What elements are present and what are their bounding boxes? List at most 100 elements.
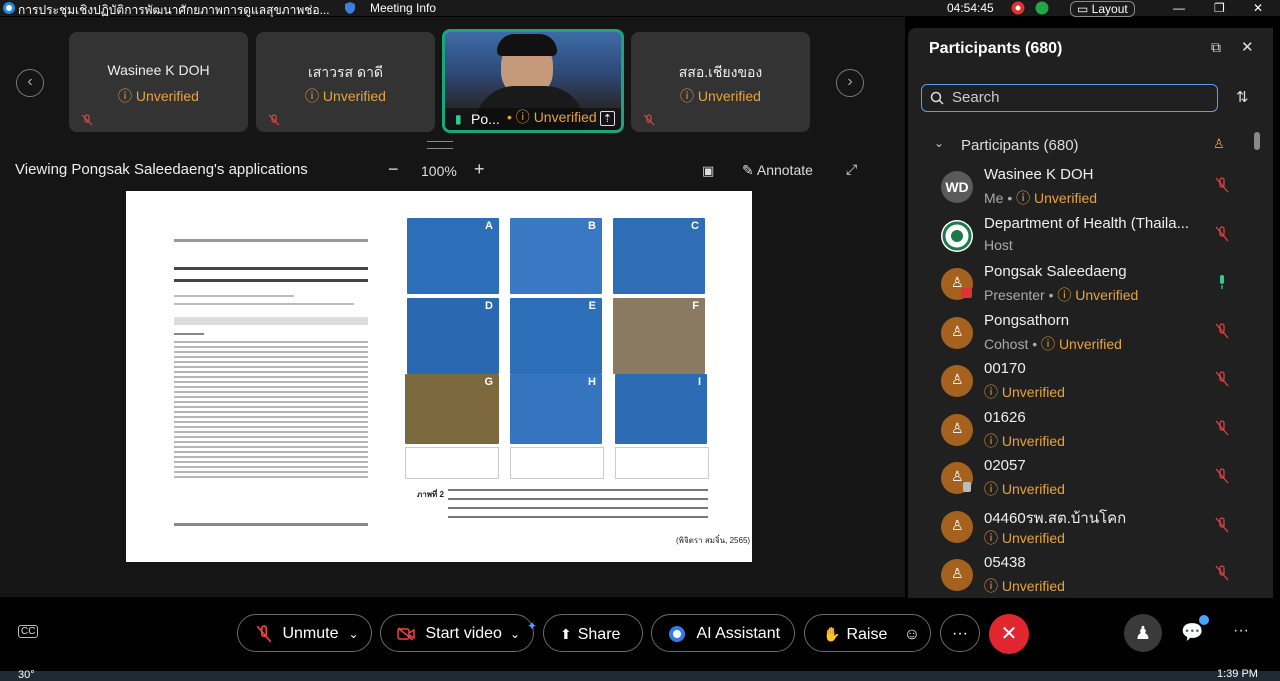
ai-assistant-button[interactable]: AI Assistant [651, 614, 795, 652]
figure-image-i: I [615, 374, 707, 444]
participant-name: Pongsathorn [984, 312, 1070, 329]
chevron-down-icon[interactable]: ⌄ [934, 136, 944, 150]
system-clock: 1:39 PM [1217, 668, 1258, 680]
caption-box [510, 447, 604, 479]
figure-caption [448, 489, 708, 525]
participant-name: Department of Health (Thaila... [984, 215, 1190, 232]
close-window-icon[interactable]: ✕ [1253, 1, 1263, 15]
search-input[interactable]: Search [921, 84, 1218, 112]
tile-status: ⓘ Unverified [305, 88, 386, 104]
next-page-button[interactable]: › [836, 69, 864, 97]
participants-toggle-button[interactable]: ♟ [1124, 614, 1162, 652]
document-text-block [174, 341, 368, 481]
annotate-button[interactable]: ✎ Annotate [742, 162, 813, 179]
participant-meta: Me • ⓘ Unverified [984, 190, 1098, 206]
layout-button[interactable]: ▭ Layout [1070, 1, 1135, 17]
os-taskbar: 30° 1:39 PM [0, 668, 1280, 681]
mic-muted-icon [81, 114, 93, 126]
resize-handle[interactable] [427, 141, 453, 149]
participant-row[interactable]: Department of Health (Thaila... Host [908, 213, 1258, 261]
mic-muted-icon [1215, 517, 1229, 533]
unverified-icon: ⓘ [680, 88, 698, 104]
close-panel-icon[interactable]: ✕ [1241, 38, 1254, 56]
participant-meta: ⓘ Unverified [984, 481, 1065, 497]
captions-icon[interactable]: CC [18, 625, 39, 638]
minimize-icon[interactable]: — [1173, 1, 1185, 15]
zoom-in-button[interactable]: + [474, 159, 485, 180]
participant-row[interactable]: ♙ 00170 ⓘ Unverified [908, 358, 1258, 406]
end-call-button[interactable]: ✕ [989, 614, 1029, 654]
participant-row[interactable]: ♙ 02057 ⓘ Unverified [908, 455, 1258, 503]
participant-row[interactable]: ♙ 04460รพ.สต.บ้านโคก ⓘ Unverified [908, 504, 1258, 552]
participant-meta: ⓘ Unverified [984, 530, 1065, 546]
section-header[interactable]: Participants (680) [961, 137, 1079, 154]
video-tile[interactable]: เสาวรส ดาดี ⓘ Unverified [256, 32, 435, 132]
avatar: WD [941, 171, 973, 203]
participant-row[interactable]: ♙ 05438 ⓘ Unverified [908, 552, 1258, 596]
participant-meta: ⓘ Unverified [984, 433, 1065, 449]
sort-icon[interactable]: ⇅ [1236, 88, 1249, 106]
unmute-button[interactable]: Unmute ⌄ [237, 614, 372, 652]
weather-temp: 30° [18, 669, 35, 681]
doh-logo-icon [941, 220, 973, 252]
avatar: ♙ [941, 365, 973, 397]
raise-button[interactable]: ✋ Raise ☺ [804, 614, 931, 652]
share-button[interactable]: ⬆ Share [543, 614, 643, 652]
figure-image-b: B [510, 218, 602, 294]
chat-button[interactable]: 💬 [1181, 622, 1203, 643]
mic-muted-icon [1215, 371, 1229, 387]
more-options-button[interactable]: ··· [940, 614, 980, 652]
control-bar: CC Unmute ⌄ Start video ⌄ ✦ ⬆ Share AI Assi… [0, 598, 1280, 671]
mic-muted-icon [1215, 177, 1229, 193]
recording-icon [1010, 1, 1026, 18]
fullscreen-icon[interactable]: ⤢ [846, 161, 857, 178]
participant-row[interactable]: ♙ Pongsathorn Cohost • ⓘ Unverified [908, 310, 1258, 358]
avatar: ♙ [941, 317, 973, 349]
meeting-info-link[interactable]: Meeting Info [370, 1, 436, 15]
participant-row[interactable]: ♙ Pongsak Saleedaeng Presenter • ⓘ Unver… [908, 261, 1258, 309]
participant-row[interactable]: WD Wasinee K DOH Me • ⓘ Unverified [908, 164, 1258, 212]
start-video-button[interactable]: Start video ⌄ ✦ [380, 614, 537, 652]
participant-meta: Cohost • ⓘ Unverified [984, 336, 1122, 352]
mic-muted-icon [1215, 565, 1229, 581]
tile-status: ⓘ Unverified [118, 88, 199, 104]
chat-icon: 💬 [1181, 622, 1204, 642]
participant-name: Pongsak Saleedaeng [984, 263, 1127, 280]
mic-muted-icon [1215, 323, 1229, 339]
mic-muted-icon [1215, 420, 1229, 436]
more-icon[interactable]: ··· [1233, 622, 1249, 640]
share-icon: ⬆ [560, 626, 572, 642]
video-tile[interactable]: สสอ.เชียงของ ⓘ Unverified [631, 32, 810, 132]
avatar: ♙ [941, 559, 973, 591]
meeting-timer: 04:54:45 [947, 1, 994, 15]
chevron-down-icon: ⌄ [348, 627, 359, 641]
figure-image-h: H [510, 374, 602, 444]
participant-row[interactable]: ♙ 01626 ⓘ Unverified [908, 407, 1258, 455]
layout-icon: ▭ [1077, 2, 1092, 16]
mic-muted-icon [256, 625, 272, 643]
unverified-icon: ⓘ [305, 88, 323, 104]
title-bar: การประชุมเชิงปฏิบัติการพัฒนาศักยภาพการดู… [0, 0, 1280, 18]
avatar: ♙ [941, 511, 973, 543]
figure-label: ภาพที่ 2 [417, 490, 444, 499]
restore-icon[interactable]: ❐ [1214, 1, 1225, 15]
caption-box [405, 447, 499, 479]
avatar: ♙ [941, 462, 973, 494]
ai-assistant-icon [669, 625, 685, 642]
avatar: ♙ [941, 414, 973, 446]
popout-icon[interactable]: ⧉ [1211, 39, 1221, 56]
participant-meta: Presenter • ⓘ Unverified [984, 287, 1139, 303]
remote-control-icon[interactable]: ▣ [702, 163, 714, 179]
mic-muted-icon [1215, 226, 1229, 242]
previous-page-button[interactable]: ‹ [16, 69, 44, 97]
scrollbar-thumb[interactable] [1254, 132, 1260, 150]
zoom-out-button[interactable]: − [388, 159, 399, 180]
figure-image-e: E [510, 298, 602, 374]
network-icon [1034, 1, 1050, 18]
sharing-icon: ⇡ [599, 111, 615, 126]
active-speaker-tile[interactable]: ▮ Po... • ⓘ Unverified ⇡ [442, 29, 624, 133]
tile-status: • ⓘ Unverified [507, 109, 597, 125]
figure-source: (พิจิตรา สมจิ๋น, 2565) [676, 536, 751, 545]
video-tile[interactable]: Wasinee K DOH ⓘ Unverified [69, 32, 248, 132]
shared-document: A B C D E F G H I ภาพที่ 2 (พิจิตรา สมจิ… [126, 191, 752, 562]
